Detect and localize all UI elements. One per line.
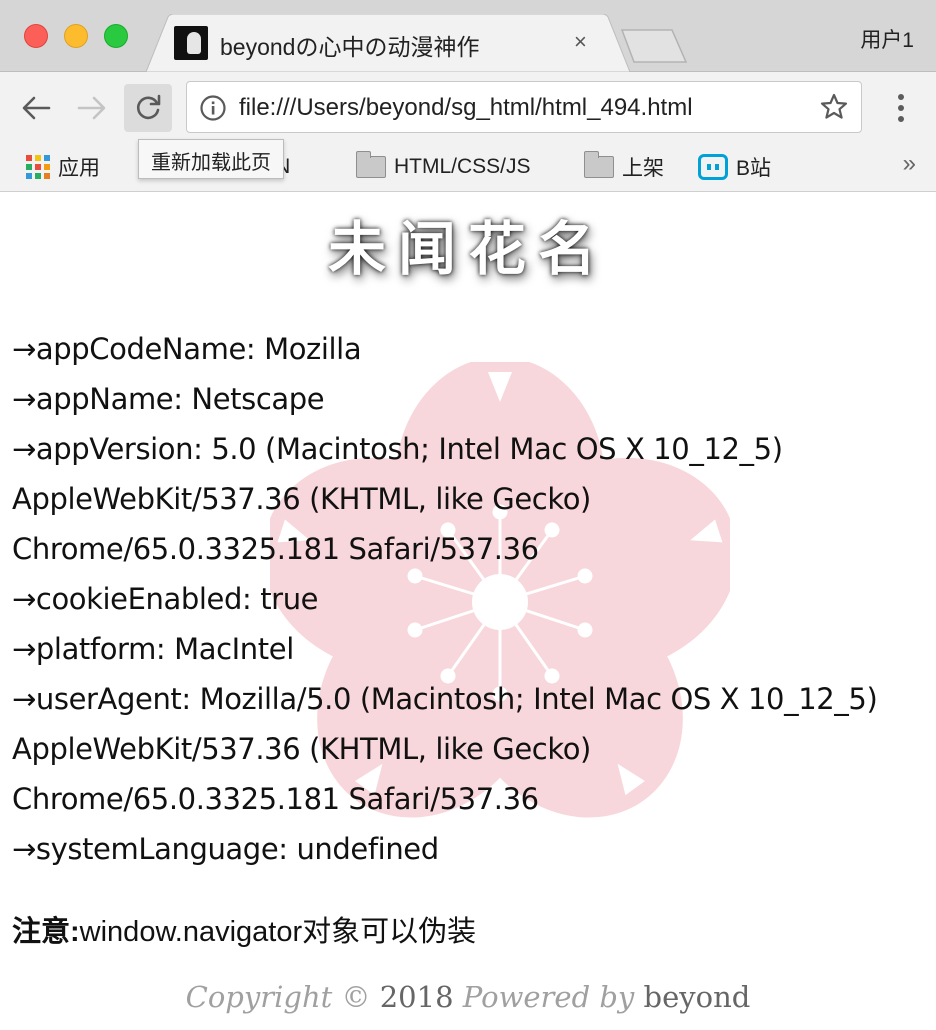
info-icon[interactable]: [199, 94, 227, 122]
bookmark-apps[interactable]: 应用: [26, 150, 100, 184]
bookmark-apps-label: 应用: [58, 157, 100, 180]
arrow-right-icon: [77, 96, 106, 120]
info-line: AppleWebKit/537.36 (KHTML, like Gecko): [12, 732, 591, 766]
info-line: →appName: Netscape: [12, 382, 325, 416]
window-maximize-button[interactable]: [104, 24, 128, 48]
tab-strip: beyondの心中の动漫神作 × 用户1: [0, 0, 936, 72]
close-tab-icon[interactable]: ×: [574, 30, 587, 54]
window-close-button[interactable]: [24, 24, 48, 48]
note: 注意:window.navigator对象可以伪装: [12, 908, 476, 950]
profile-button[interactable]: 用户1: [860, 24, 914, 54]
info-line: →userAgent: Mozilla/5.0 (Macintosh; Inte…: [12, 682, 878, 716]
info-line: →platform: MacIntel: [12, 632, 294, 666]
copyright-prefix: Copyright ©: [185, 980, 371, 1014]
bookmark-bilibili[interactable]: B站: [698, 150, 771, 184]
more-bookmarks-chevron-icon[interactable]: »: [903, 150, 916, 178]
folder-icon: [356, 151, 386, 178]
bookmark-folder-shangjia[interactable]: 上架: [584, 150, 664, 184]
bookmark-folder-html-label: HTML/CSS/JS: [394, 155, 531, 178]
info-line: →appCodeName: Mozilla: [12, 332, 362, 366]
forward-button[interactable]: [68, 84, 116, 132]
reload-button[interactable]: [124, 84, 172, 132]
info-line: Chrome/65.0.3325.181 Safari/537.36: [12, 532, 539, 566]
arrow-left-icon: [22, 96, 51, 120]
menu-icon[interactable]: [886, 86, 916, 130]
copyright-year: 2018: [379, 980, 454, 1014]
copyright-author: beyond: [643, 980, 751, 1014]
note-text: window.navigator对象可以伪装: [79, 916, 477, 948]
copyright-powered: Powered by: [462, 980, 635, 1014]
info-line: →cookieEnabled: true: [12, 582, 319, 616]
back-button[interactable]: [12, 84, 60, 132]
navigator-info-list: →appCodeName: Mozilla →appName: Netscape…: [12, 324, 936, 874]
browser-toolbar: file:///Users/beyond/sg_html/html_494.ht…: [0, 72, 936, 144]
bookmark-bilibili-label: B站: [736, 157, 772, 180]
star-icon[interactable]: [819, 92, 849, 122]
note-label: 注意:: [12, 916, 80, 948]
apps-grid-icon: [26, 155, 50, 179]
info-line: Chrome/65.0.3325.181 Safari/537.36: [12, 782, 539, 816]
reload-tooltip: 重新加载此页: [138, 139, 284, 179]
tab-title: beyondの心中の动漫神作: [220, 34, 480, 60]
url-text[interactable]: file:///Users/beyond/sg_html/html_494.ht…: [239, 94, 693, 122]
bookmark-folder-html[interactable]: HTML/CSS/JS: [356, 150, 531, 184]
active-tab[interactable]: beyondの心中の动漫神作 ×: [146, 14, 630, 72]
copyright-footer: Copyright © 2018 Powered by beyond: [0, 980, 936, 1014]
info-line: AppleWebKit/537.36 (KHTML, like Gecko): [12, 482, 591, 516]
address-bar[interactable]: file:///Users/beyond/sg_html/html_494.ht…: [186, 81, 862, 133]
info-line: →appVersion: 5.0 (Macintosh; Intel Mac O…: [12, 432, 783, 466]
new-tab-button[interactable]: [620, 28, 688, 64]
page-title: 未闻花名: [327, 217, 608, 282]
folder-icon: [584, 151, 614, 178]
reload-icon: [137, 94, 161, 120]
favicon-icon: [174, 26, 208, 60]
bookmark-folder-shangjia-label: 上架: [622, 157, 664, 180]
bilibili-icon: [698, 154, 728, 180]
info-line: →systemLanguage: undefined: [12, 832, 439, 866]
page-content: 未闻花名 →appCodeName: Mozilla →appName: Net…: [0, 192, 936, 1030]
window-minimize-button[interactable]: [64, 24, 88, 48]
